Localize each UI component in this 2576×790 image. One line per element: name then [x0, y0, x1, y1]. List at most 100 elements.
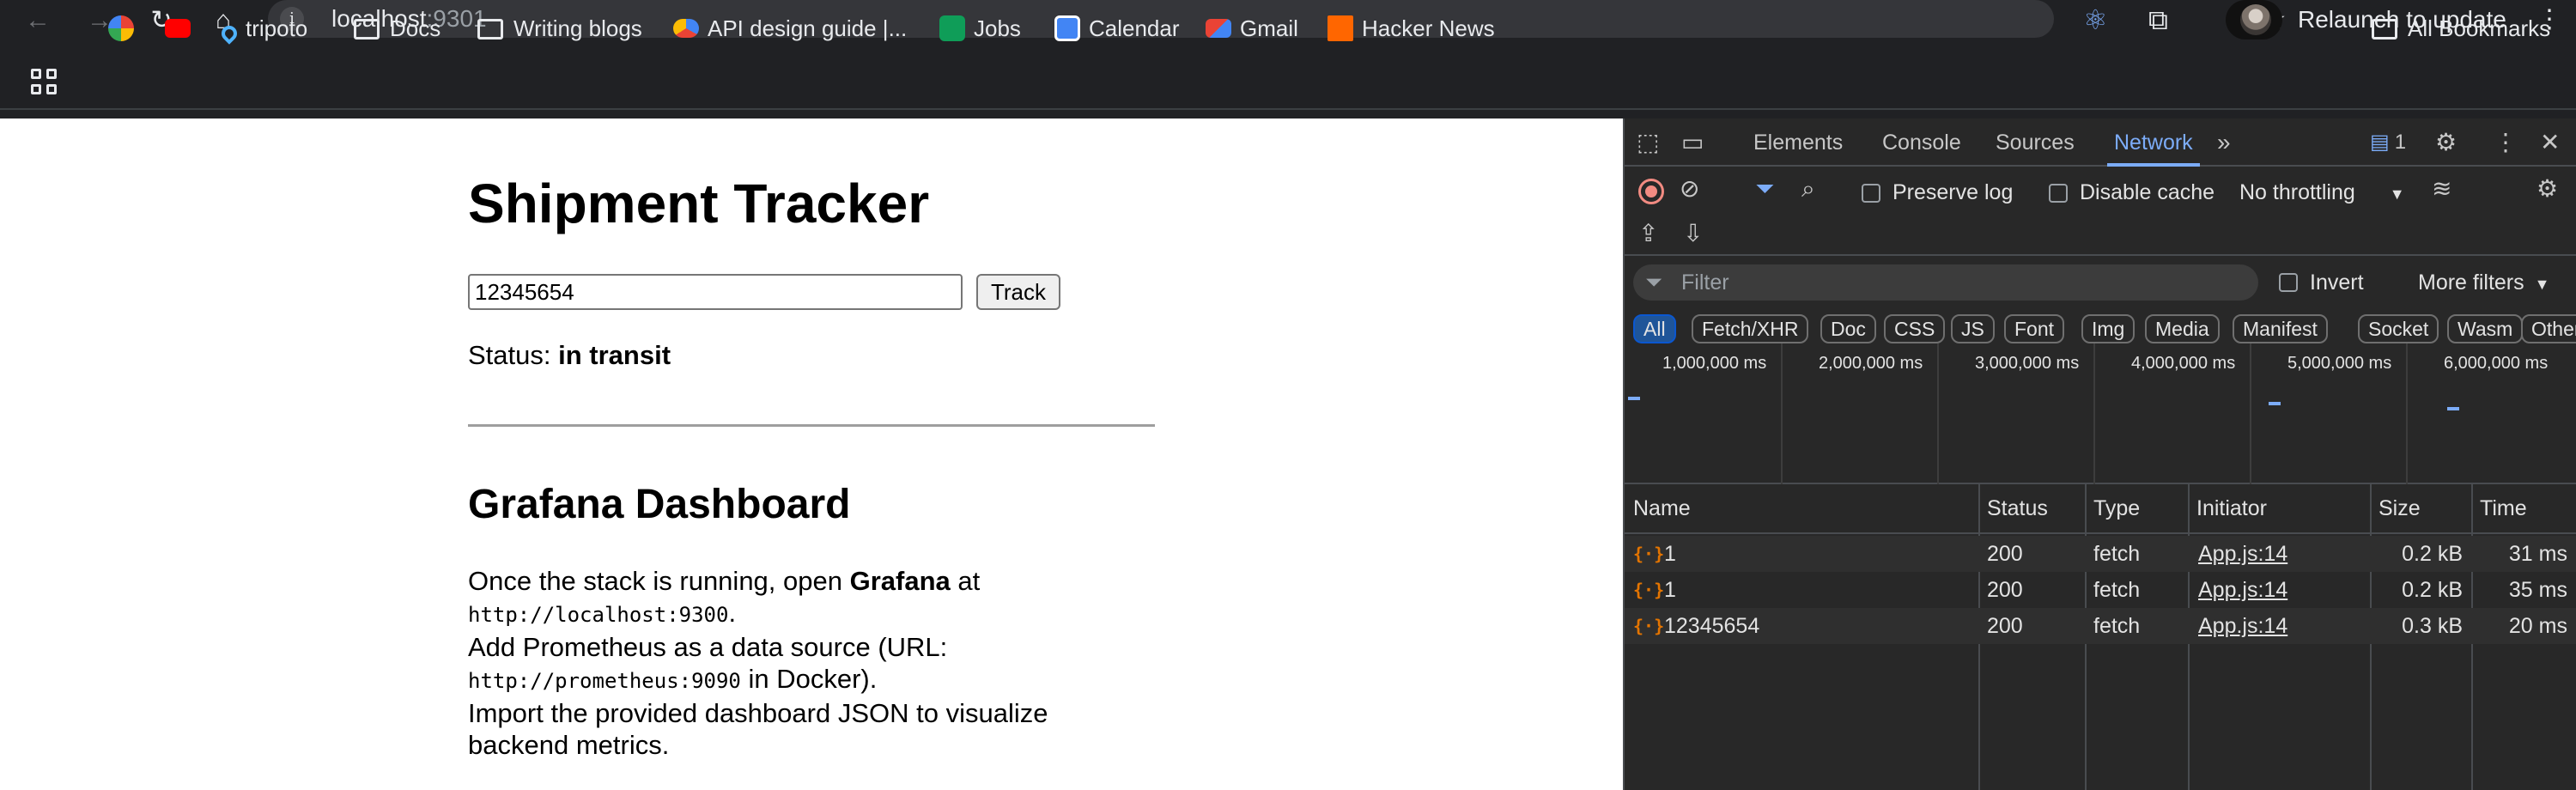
column-header-type[interactable]: Type	[2085, 484, 2140, 532]
type-filter-other[interactable]: Other	[2521, 314, 2576, 343]
gmail-icon	[1206, 19, 1231, 38]
timeline-tick-label: 1,000,000 ms	[1662, 354, 1767, 373]
youtube-icon	[165, 19, 191, 38]
extensions-puzzle-icon[interactable]: ⧉	[2148, 3, 2168, 36]
type-filter-js[interactable]: JS	[1951, 314, 1995, 343]
bookmark-youtube[interactable]	[165, 14, 199, 43]
type-filter-css[interactable]: CSS	[1884, 314, 1946, 343]
table-row[interactable]: {·} 1 200 fetch App.js:14 0.2 kB 31 ms	[1625, 536, 2576, 572]
bookmark-api-design-guide[interactable]: API design guide |...	[673, 14, 907, 43]
preserve-log-checkbox[interactable]	[1862, 184, 1880, 203]
react-devtools-icon[interactable]: ⚛	[2083, 3, 2108, 36]
type-filter-fetch-xhr[interactable]: Fetch/XHR	[1692, 314, 1809, 343]
column-header-size[interactable]: Size	[2370, 484, 2421, 532]
tab-sources[interactable]: Sources	[1996, 129, 2075, 156]
location-pin-icon	[218, 22, 240, 45]
bookmark-gmail[interactable]: Gmail	[1206, 14, 1298, 43]
grafana-instructions: Once the stack is running, open Grafana …	[468, 566, 1048, 760]
type-filter-manifest[interactable]: Manifest	[2233, 314, 2328, 343]
all-bookmarks-button[interactable]: All Bookmarks	[2372, 14, 2550, 43]
network-requests-table: Name Status Type Initiator Size Time {·}…	[1625, 484, 2576, 790]
hacker-news-icon	[1327, 15, 1353, 41]
tab-network[interactable]: Network	[2107, 129, 2200, 167]
devtools-tabbar: ⬚ ▭ Elements Console Sources Network » ▤…	[1625, 118, 2576, 167]
filter-placeholder: Filter	[1681, 270, 1729, 295]
track-button[interactable]: Track	[976, 274, 1060, 310]
throttling-select[interactable]: No throttling ▼	[2239, 179, 2405, 208]
import-har-icon[interactable]: ⇪	[1638, 220, 1658, 247]
column-header-time[interactable]: Time	[2471, 484, 2527, 532]
inspect-element-icon[interactable]: ⬚	[1637, 129, 1659, 156]
network-filter-input[interactable]: ⏷ Filter	[1633, 264, 2258, 301]
network-timeline-overview[interactable]: 1,000,000 ms 2,000,000 ms 3,000,000 ms 4…	[1625, 343, 2576, 484]
type-filter-doc[interactable]: Doc	[1820, 314, 1876, 343]
back-icon[interactable]: ←	[21, 3, 55, 38]
search-icon[interactable]: ⌕	[1801, 175, 1815, 203]
more-tabs-chevron-icon[interactable]: »	[2217, 129, 2231, 156]
export-har-icon[interactable]: ⇩	[1683, 220, 1703, 247]
bookmark-docs[interactable]: Docs	[354, 14, 440, 43]
timeline-gridline	[1937, 343, 1939, 484]
devtools-menu-icon[interactable]: ⋮	[2494, 129, 2518, 156]
timeline-gridline	[2093, 343, 2095, 484]
folder-icon	[477, 19, 503, 40]
type-filter-font[interactable]: Font	[2004, 314, 2065, 343]
timeline-tick-label: 2,000,000 ms	[1819, 354, 1923, 373]
bookmark-jobs[interactable]: Jobs	[939, 14, 1021, 43]
column-header-name[interactable]: Name	[1625, 484, 1691, 532]
tab-elements[interactable]: Elements	[1753, 129, 1843, 156]
bookmark-calendar[interactable]: Calendar	[1054, 14, 1180, 43]
clear-icon[interactable]: ⊘	[1680, 175, 1699, 203]
settings-gear-icon[interactable]: ⚙	[2435, 129, 2457, 156]
fetch-request-icon: {·}	[1633, 616, 1665, 636]
issues-badge[interactable]: ▤ 1	[2370, 129, 2406, 156]
bookmark-google[interactable]	[108, 14, 143, 43]
invert-checkbox[interactable]	[2279, 273, 2298, 292]
initiator-link[interactable]: App.js:14	[2198, 572, 2287, 608]
type-filter-media[interactable]: Media	[2145, 314, 2220, 343]
fetch-request-icon: {·}	[1633, 544, 1665, 564]
devtools-panel: ⬚ ▭ Elements Console Sources Network » ▤…	[1623, 118, 2576, 790]
timeline-gridline	[2406, 343, 2408, 484]
more-filters-dropdown[interactable]: More filters ▼	[2418, 269, 2549, 298]
apps-grid-icon[interactable]	[31, 69, 57, 94]
network-settings-gear-icon[interactable]: ⚙	[2537, 175, 2558, 203]
avatar[interactable]	[2226, 0, 2282, 40]
initiator-link[interactable]: App.js:14	[2198, 608, 2287, 644]
filter-funnel-icon[interactable]: ⏷	[1755, 175, 1774, 203]
status-value: in transit	[558, 340, 671, 370]
column-header-initiator[interactable]: Initiator	[2188, 484, 2267, 532]
table-row[interactable]: {·} 12345654 200 fetch App.js:14 0.3 kB …	[1625, 608, 2576, 644]
calendar-icon	[1054, 15, 1080, 41]
type-filter-img[interactable]: Img	[2081, 314, 2136, 343]
type-filter-wasm[interactable]: Wasm	[2447, 314, 2524, 343]
folder-icon	[354, 19, 380, 40]
preserve-log-label: Preserve log	[1893, 180, 2014, 204]
disable-cache-checkbox[interactable]	[2049, 184, 2068, 203]
bookmarks-bar	[0, 53, 2576, 110]
disable-cache-label: Disable cache	[2080, 180, 2215, 204]
device-toolbar-icon[interactable]: ▭	[1681, 129, 1704, 156]
bookmark-writing-blogs[interactable]: Writing blogs	[477, 14, 642, 43]
tab-console[interactable]: Console	[1882, 129, 1961, 156]
tracking-number-input[interactable]	[468, 274, 963, 310]
close-devtools-icon[interactable]: ✕	[2540, 129, 2560, 156]
google-icon	[108, 15, 134, 41]
sheets-icon	[939, 15, 965, 41]
timeline-request-bar	[2447, 407, 2459, 410]
bookmark-tripoto[interactable]: tripoto	[218, 14, 307, 45]
type-filter-all[interactable]: All	[1633, 314, 1676, 343]
timeline-gridline	[1781, 343, 1783, 484]
filter-funnel-icon: ⏷	[1645, 270, 1663, 295]
bookmark-hacker-news[interactable]: Hacker News	[1327, 14, 1495, 43]
table-row[interactable]: {·} 1 200 fetch App.js:14 0.2 kB 35 ms	[1625, 572, 2576, 608]
type-filter-socket[interactable]: Socket	[2358, 314, 2439, 343]
network-conditions-icon[interactable]: ≋	[2432, 175, 2451, 203]
record-stop-icon[interactable]	[1638, 179, 1664, 204]
invert-label: Invert	[2310, 270, 2364, 295]
timeline-gridline	[2250, 343, 2251, 484]
column-header-status[interactable]: Status	[1978, 484, 2048, 532]
initiator-link[interactable]: App.js:14	[2198, 536, 2287, 572]
divider	[468, 424, 1155, 427]
timeline-tick-label: 3,000,000 ms	[1975, 354, 2080, 373]
